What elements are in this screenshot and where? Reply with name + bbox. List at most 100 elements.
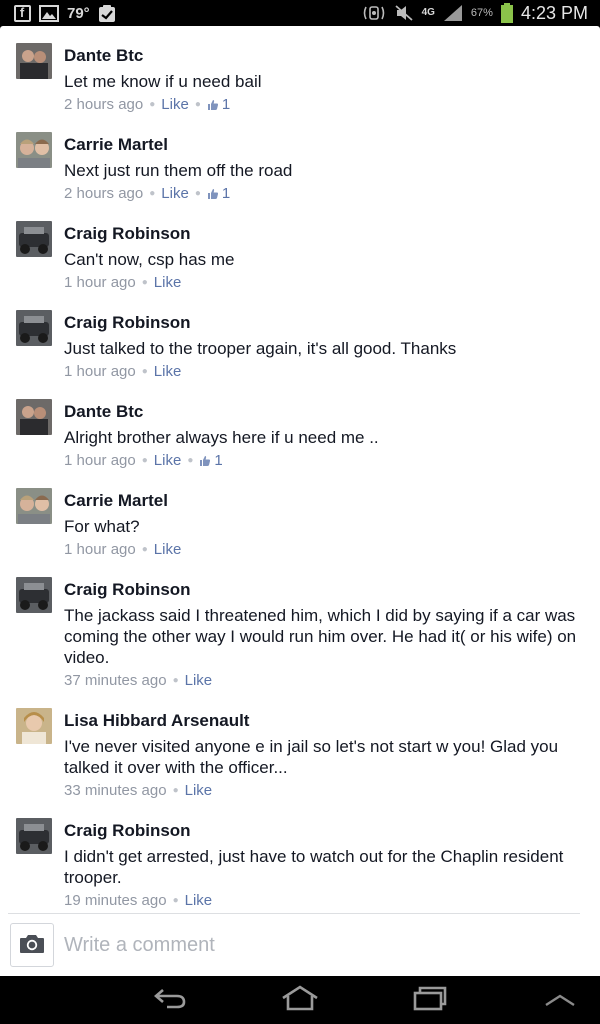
- clipboard-check-icon: [98, 4, 116, 23]
- thumbs-up-icon[interactable]: [207, 188, 219, 200]
- temperature: 79°: [67, 4, 90, 22]
- avatar[interactable]: [16, 488, 52, 524]
- battery-icon: [500, 3, 513, 23]
- comment-meta: 2 hours ago ● Like ● 1: [64, 96, 230, 113]
- comments-panel: Dante Btc Let me know if u need bail 2 h…: [0, 26, 600, 976]
- chevron-up-icon[interactable]: [530, 986, 590, 1014]
- comment-item: Carrie Martel Next just run them off the…: [0, 115, 600, 204]
- comment-meta: 2 hours ago ● Like ● 1: [64, 185, 230, 202]
- separator-dot: ●: [172, 785, 179, 796]
- like-button[interactable]: Like: [154, 363, 182, 380]
- like-button[interactable]: Like: [161, 185, 189, 202]
- comment-meta: 33 minutes ago ● Like: [64, 782, 212, 799]
- comment-author[interactable]: Craig Robinson: [64, 224, 191, 244]
- comment-item: Lisa Hibbard Arsenault I've never visite…: [0, 691, 600, 801]
- clock: 4:23 PM: [520, 2, 588, 23]
- comment-meta: 19 minutes ago ● Like: [64, 892, 212, 909]
- avatar[interactable]: [16, 818, 52, 854]
- comment-author[interactable]: Dante Btc: [64, 402, 143, 422]
- comment-author[interactable]: Carrie Martel: [64, 491, 168, 511]
- home-button[interactable]: [270, 984, 330, 1016]
- separator-dot: ●: [187, 455, 194, 466]
- separator-dot: ●: [149, 99, 156, 110]
- comment-time[interactable]: 1 hour ago: [64, 274, 136, 291]
- back-icon: [153, 986, 187, 1015]
- like-button[interactable]: Like: [161, 96, 189, 113]
- avatar[interactable]: [16, 43, 52, 79]
- comment-author[interactable]: Carrie Martel: [64, 135, 168, 155]
- separator-dot: ●: [172, 895, 179, 906]
- comment-text: For what?: [64, 517, 140, 536]
- comment-time[interactable]: 1 hour ago: [64, 452, 136, 469]
- separator-dot: ●: [149, 188, 156, 199]
- like-button[interactable]: Like: [154, 452, 182, 469]
- comment-time[interactable]: 37 minutes ago: [64, 672, 167, 689]
- avatar[interactable]: [16, 221, 52, 257]
- comment-item: Craig Robinson The jackass said I threat…: [0, 560, 600, 691]
- comment-meta: 1 hour ago ● Like: [64, 541, 181, 558]
- thumbs-up-icon[interactable]: [199, 455, 211, 467]
- comment-input[interactable]: [64, 929, 584, 961]
- comment-text: I've never visited anyone e in jail so l…: [64, 737, 559, 777]
- separator-dot: ●: [194, 188, 201, 199]
- like-button[interactable]: Like: [154, 541, 182, 558]
- signal-icon: [443, 4, 463, 22]
- composer-divider: [8, 913, 580, 914]
- comment-item: Craig Robinson Just talked to the troope…: [0, 293, 600, 382]
- image-icon: [39, 4, 59, 22]
- avatar[interactable]: [16, 399, 52, 435]
- camera-button[interactable]: [10, 923, 54, 967]
- comment-item: Craig Robinson I didn't get arrested, ju…: [0, 801, 600, 911]
- network-type: 4G: [421, 7, 435, 18]
- separator-dot: ●: [194, 99, 201, 110]
- avatar[interactable]: [16, 310, 52, 346]
- comment-author[interactable]: Craig Robinson: [64, 580, 191, 600]
- comment-text: Just talked to the trooper again, it's a…: [64, 339, 457, 358]
- comment-time[interactable]: 19 minutes ago: [64, 892, 167, 909]
- comment-meta: 37 minutes ago ● Like: [64, 672, 212, 689]
- comment-author[interactable]: Craig Robinson: [64, 821, 191, 841]
- comment-item: Dante Btc Alright brother always here if…: [0, 382, 600, 471]
- avatar[interactable]: [16, 708, 52, 744]
- navigation-bar: [0, 976, 600, 1024]
- home-icon: [280, 984, 320, 1016]
- like-button[interactable]: Like: [185, 892, 213, 909]
- status-bar: f 79° 4G 67% 4:23 PM: [0, 0, 600, 26]
- like-button[interactable]: Like: [185, 672, 213, 689]
- comment-text: Alright brother always here if u need me…: [64, 428, 379, 447]
- back-button[interactable]: [140, 986, 200, 1014]
- like-count[interactable]: 1: [222, 96, 230, 113]
- separator-dot: ●: [172, 675, 179, 686]
- comment-time[interactable]: 1 hour ago: [64, 541, 136, 558]
- comment-time[interactable]: 2 hours ago: [64, 96, 143, 113]
- facebook-icon: f: [14, 4, 31, 22]
- comment-meta: 1 hour ago ● Like: [64, 274, 181, 291]
- comment-text: I didn't get arrested, just have to watc…: [64, 847, 564, 887]
- like-count[interactable]: 1: [222, 185, 230, 202]
- comment-text: Let me know if u need bail: [64, 72, 262, 91]
- comment-time[interactable]: 2 hours ago: [64, 185, 143, 202]
- like-button[interactable]: Like: [154, 274, 182, 291]
- comment-item: Craig Robinson Can't now, csp has me 1 h…: [0, 204, 600, 293]
- battery-percent: 67%: [470, 7, 493, 19]
- separator-dot: ●: [141, 277, 148, 288]
- separator-dot: ●: [141, 455, 148, 466]
- comment-time[interactable]: 33 minutes ago: [64, 782, 167, 799]
- comment-text: Can't now, csp has me: [64, 250, 235, 269]
- comment-author[interactable]: Craig Robinson: [64, 313, 191, 333]
- comment-text: Next just run them off the road: [64, 161, 293, 180]
- recent-apps-button[interactable]: [400, 986, 460, 1014]
- like-count[interactable]: 1: [214, 452, 222, 469]
- comment-time[interactable]: 1 hour ago: [64, 363, 136, 380]
- comment-meta: 1 hour ago ● Like: [64, 363, 181, 380]
- comment-item: Dante Btc Let me know if u need bail 2 h…: [0, 26, 600, 115]
- comment-item: Carrie Martel For what? 1 hour ago ● Lik…: [0, 471, 600, 560]
- avatar[interactable]: [16, 132, 52, 168]
- mute-icon: [394, 4, 414, 22]
- like-button[interactable]: Like: [185, 782, 213, 799]
- camera-icon: [19, 932, 45, 959]
- thumbs-up-icon[interactable]: [207, 99, 219, 111]
- comment-author[interactable]: Lisa Hibbard Arsenault: [64, 711, 249, 731]
- avatar[interactable]: [16, 577, 52, 613]
- comment-author[interactable]: Dante Btc: [64, 46, 143, 66]
